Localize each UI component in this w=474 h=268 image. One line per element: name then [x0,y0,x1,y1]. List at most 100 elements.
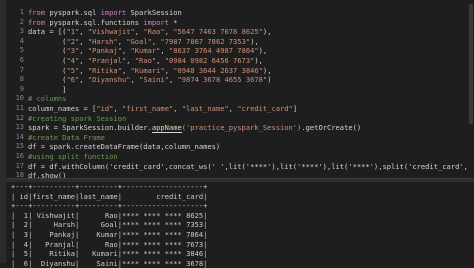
code-token: "credit_card" [237,103,293,113]
code-token: "Diyanshu" [87,75,131,85]
line-number: 15 [15,142,24,151]
code-token: "6" [66,75,80,85]
code-line[interactable]: df = df.withColumn('credit_card',concat_… [28,162,472,172]
code-token: ), [250,36,259,46]
code-token: ( [28,65,67,75]
line-number: 8 [19,75,24,84]
code-token: "Vishwajit" [87,27,135,37]
code-token: "9874 3678 4655 3678" [177,75,268,85]
code-token: "4" [66,55,80,65]
line-number: 10 [15,94,24,103]
code-line[interactable]: ("4", "Pranjal", "Rao", "0984 0982 6456 … [28,56,472,66]
code-token: "Kumar" [130,46,161,56]
code-line[interactable]: # columns [28,94,472,104]
code-token: "Harsh" [87,36,118,46]
code-token: , [79,65,88,75]
code-token: # columns [28,94,67,104]
code-line[interactable]: column_names = ["id", "first_name", "las… [28,104,472,114]
code-token: , [126,55,135,65]
line-number: 17 [15,161,24,170]
code-token: "2" [66,36,80,46]
line-number: 2 [19,17,24,26]
line-number: 9 [19,84,24,93]
code-token: , [113,103,122,113]
code-line[interactable]: from pyspark.sql import SparkSession [28,8,472,18]
code-token: appName [151,123,182,133]
code-token: "Pranjal" [87,55,127,65]
line-number: 12 [15,113,24,122]
code-token: "Rao" [134,55,157,65]
line-number: 11 [15,103,24,112]
code-token: , [79,55,88,65]
code-token: , [121,46,131,56]
code-token: SparkSession [130,8,182,17]
code-line[interactable]: #using split function [28,152,472,162]
code-line[interactable]: spark = SparkSession.builder.appName('pr… [28,123,472,133]
code-line[interactable]: from pyspark.sql.functions import * [28,18,472,28]
code-lines[interactable]: from pyspark.sql import SparkSession from… [28,8,472,181]
code-line[interactable]: ("3", "Pankaj", "Kumar", "8637 3764 4987… [28,46,472,56]
code-token: , [164,65,174,75]
code-line[interactable]: df = spark.createDataFrame(data,column_n… [28,142,472,152]
code-token: "Ritika" [87,65,122,75]
output-line: | 2| Harsh| Goal|**** **** **** 7353| [11,220,208,230]
code-editor[interactable]: 1 2 3 4 5 6 7 8 9 10 11 12 13 14 15 16 17 18 from pyspark… [6,0,474,181]
code-token: ( [28,46,67,56]
code-token: spark = SparkSession.builder. [28,123,152,133]
code-token: ] [292,103,298,113]
line-number: 7 [19,65,24,74]
code-line[interactable]: #creating spark Session [28,114,472,124]
line-number: 3 [19,27,24,36]
code-token: , [156,55,165,65]
cell-output: +---+----------+---------+--------------… [6,182,474,268]
code-token: pyspark.sql [49,8,101,17]
code-token: ] [28,84,67,94]
output-line: | 3| Pankaj| Kumar|**** **** **** 7864| [11,229,208,239]
code-token: pyspark.sql.functions [49,17,144,27]
code-token: , [130,75,140,85]
line-number: 1 [19,8,24,16]
editor-scrollbar[interactable] [469,4,473,124]
code-token: , [173,103,182,113]
output-line: | 4| Pranjal| Rao|**** **** **** 7673| [11,239,208,249]
code-token: , [168,75,178,85]
code-token: "first_name" [121,103,174,113]
code-token: import [143,17,174,27]
code-token: df = spark.createDataFrame(data,column_n… [28,142,221,152]
code-line[interactable]: data = [("1", "Vishwajit", "Rao", "5647 … [28,27,472,37]
line-number: 16 [15,151,24,160]
code-token: ( [28,75,67,85]
code-line[interactable]: #create Data Frame [28,133,472,143]
code-token: data = [( [28,27,67,37]
code-token: "1" [66,27,80,37]
code-token: from [28,8,50,17]
output-line: +---+----------+---------+--------------… [11,182,208,191]
output-line: | 6| Diyanshu| Saini|**** **** **** 3678… [11,258,208,268]
line-number: 4 [19,36,24,45]
code-token: .getOrCreate() [301,123,362,133]
code-token: #using split function [28,151,118,161]
code-token: "Pankaj" [87,46,122,56]
line-number: 5 [19,46,24,55]
code-token: ) [267,75,272,85]
code-token: "Rao" [143,27,165,37]
code-token: ('practice_pyspark_Session') [181,123,302,133]
code-line[interactable]: ("5", "Ritika", "Kumari", "0948 3644 263… [28,66,472,76]
code-token: , [79,36,88,46]
code-line[interactable]: ("2", "Harsh", "Goal", "7987 7867 7862 7… [28,37,472,47]
code-line[interactable]: ] [28,85,472,95]
code-token: "Kumari" [130,65,165,75]
code-token: , [160,46,169,56]
code-token: "5" [66,65,80,75]
code-line[interactable]: ("6", "Diyanshu", "Saini", "9874 3678 46… [28,75,472,85]
code-token: , [79,27,88,37]
code-token: "0948 3644 2637 3846" [173,65,263,75]
code-token: df = df.withColumn('credit_card',concat_… [28,161,472,171]
code-token: import [100,8,131,17]
code-token: from [28,17,50,27]
code-token: ), [262,65,272,75]
code-token: #creating spark Session [28,113,127,123]
code-token: "0984 0982 6456 7673" [164,55,255,65]
code-token: , [79,46,88,56]
code-token: ), [262,27,272,37]
